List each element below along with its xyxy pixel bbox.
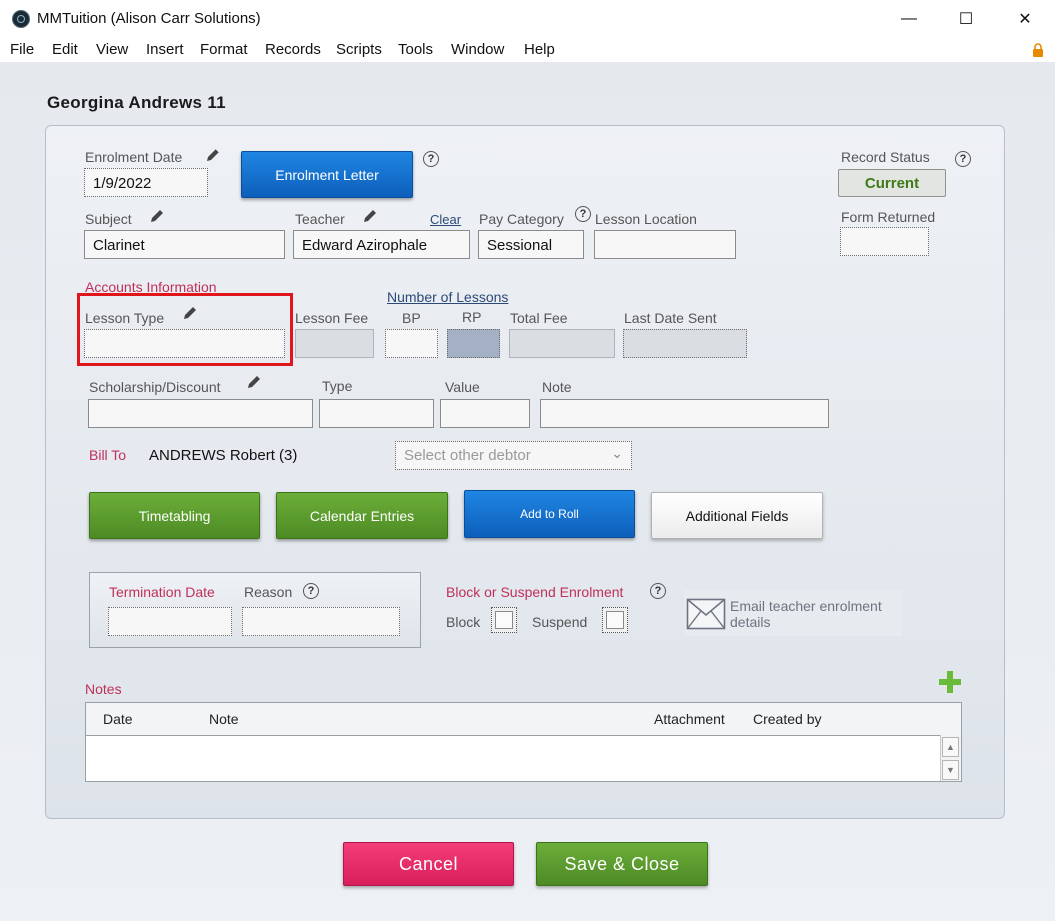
- notes-label: Notes: [85, 681, 122, 697]
- discount-value-field[interactable]: [440, 399, 530, 428]
- add-note-plus-icon[interactable]: [938, 670, 962, 694]
- menu-scripts[interactable]: Scripts: [336, 41, 382, 58]
- additional-fields-button[interactable]: Additional Fields: [651, 492, 823, 539]
- page-title: Georgina Andrews 11: [47, 93, 226, 112]
- menu-records[interactable]: Records: [265, 41, 321, 58]
- envelope-icon: [686, 598, 726, 630]
- notes-col-attachment[interactable]: Attachment: [654, 711, 725, 727]
- edit-scholarship-pencil-icon[interactable]: [245, 373, 263, 391]
- edit-lesson-type-pencil-icon[interactable]: [181, 304, 199, 322]
- bill-to-label: Bill To: [89, 447, 127, 463]
- discount-note-label: Note: [542, 379, 572, 395]
- form-returned-label: Form Returned: [841, 209, 936, 225]
- lesson-fee-field[interactable]: [295, 329, 374, 358]
- last-date-sent-label: Last Date Sent: [624, 310, 717, 326]
- lesson-type-label: Lesson Type: [85, 310, 165, 326]
- timetabling-button[interactable]: Timetabling: [89, 492, 260, 539]
- rp-field[interactable]: [447, 329, 500, 358]
- rp-label: RP: [462, 309, 482, 325]
- edit-subject-pencil-icon[interactable]: [148, 207, 166, 225]
- teacher-field[interactable]: Edward Azirophale: [293, 230, 470, 259]
- form-returned-field[interactable]: [840, 227, 929, 256]
- save-close-button[interactable]: Save & Close: [536, 842, 708, 886]
- notes-scrollbar[interactable]: ▲ ▼: [940, 735, 961, 781]
- scholarship-field[interactable]: [88, 399, 313, 428]
- block-label: Block: [446, 614, 481, 630]
- help-icon-status[interactable]: ?: [955, 151, 971, 167]
- lock-icon[interactable]: [1032, 43, 1044, 57]
- block-suspend-heading: Block or Suspend Enrolment: [446, 584, 624, 600]
- menu-format[interactable]: Format: [200, 41, 248, 58]
- menu-window[interactable]: Window: [451, 41, 504, 58]
- scroll-down-icon[interactable]: ▼: [942, 760, 959, 780]
- record-status-badge[interactable]: Current: [838, 169, 946, 197]
- lesson-location-label: Lesson Location: [595, 211, 697, 227]
- clear-teacher-link[interactable]: Clear: [430, 212, 461, 227]
- add-to-roll-button[interactable]: Add to Roll: [464, 490, 635, 538]
- calendar-entries-button[interactable]: Calendar Entries: [276, 492, 448, 539]
- help-icon-block-suspend[interactable]: ?: [650, 583, 666, 599]
- suspend-label: Suspend: [532, 614, 588, 630]
- number-of-lessons-heading: Number of Lessons: [387, 289, 509, 305]
- chevron-down-icon: ⌄: [611, 445, 623, 461]
- edit-enrolment-date-pencil-icon[interactable]: [204, 146, 222, 164]
- notes-col-date[interactable]: Date: [103, 711, 133, 727]
- discount-value-label: Value: [445, 379, 480, 395]
- notes-col-created-by[interactable]: Created by: [753, 711, 821, 727]
- subject-label: Subject: [85, 211, 132, 227]
- enrolment-date-field[interactable]: 1/9/2022: [84, 168, 208, 197]
- block-checkbox[interactable]: [491, 607, 517, 633]
- menu-insert[interactable]: Insert: [146, 41, 184, 58]
- enrolment-letter-button[interactable]: Enrolment Letter: [241, 151, 413, 198]
- bill-to-value: ANDREWS Robert (3): [149, 447, 298, 464]
- help-icon-enrolment[interactable]: ?: [423, 151, 439, 167]
- window-title: MMTuition (Alison Carr Solutions): [37, 10, 261, 27]
- menu-help[interactable]: Help: [524, 41, 555, 58]
- edit-teacher-pencil-icon[interactable]: [361, 207, 379, 225]
- total-fee-field[interactable]: [509, 329, 615, 358]
- total-fee-label: Total Fee: [510, 310, 568, 326]
- email-teacher-button[interactable]: Email teacher enrolment details: [684, 590, 902, 636]
- discount-note-field[interactable]: [540, 399, 829, 428]
- notes-table-header: Date Note Attachment Created by: [86, 703, 961, 736]
- cancel-button[interactable]: Cancel: [343, 842, 514, 886]
- termination-date-label: Termination Date: [109, 584, 215, 600]
- other-debtor-dropdown[interactable]: Select other debtor ⌄: [395, 441, 632, 470]
- reason-field[interactable]: [242, 607, 400, 636]
- suspend-checkbox[interactable]: [602, 607, 628, 633]
- menu-tools[interactable]: Tools: [398, 41, 433, 58]
- lesson-type-field[interactable]: [84, 329, 285, 358]
- help-icon-reason[interactable]: ?: [303, 583, 319, 599]
- minimize-button[interactable]: —: [886, 4, 932, 34]
- close-window-button[interactable]: ✕: [1002, 4, 1048, 34]
- subject-field[interactable]: Clarinet: [84, 230, 285, 259]
- termination-date-field[interactable]: [108, 607, 232, 636]
- enrolment-date-label: Enrolment Date: [85, 149, 183, 165]
- notes-col-note[interactable]: Note: [209, 711, 239, 727]
- help-icon-pay-category[interactable]: ?: [575, 206, 591, 222]
- menu-file[interactable]: File: [10, 41, 34, 58]
- reason-label: Reason: [244, 584, 293, 600]
- bp-field[interactable]: [385, 329, 438, 358]
- pay-category-label: Pay Category: [479, 211, 564, 227]
- last-date-sent-field[interactable]: [623, 329, 747, 358]
- pay-category-field[interactable]: Sessional: [478, 230, 584, 259]
- lesson-fee-label: Lesson Fee: [295, 310, 369, 326]
- scroll-up-icon[interactable]: ▲: [942, 737, 959, 757]
- email-teacher-label: Email teacher enrolment details: [730, 598, 882, 630]
- maximize-button[interactable]: ☐: [943, 4, 989, 34]
- discount-type-field[interactable]: [319, 399, 434, 428]
- other-debtor-placeholder: Select other debtor: [404, 447, 531, 464]
- menu-edit[interactable]: Edit: [52, 41, 78, 58]
- record-status-label: Record Status: [841, 149, 930, 165]
- app-logo-icon: [12, 10, 30, 28]
- menu-view[interactable]: View: [96, 41, 128, 58]
- lesson-location-field[interactable]: [594, 230, 736, 259]
- scholarship-label: Scholarship/Discount: [89, 379, 221, 395]
- bp-label: BP: [402, 310, 421, 326]
- teacher-label: Teacher: [295, 211, 345, 227]
- discount-type-label: Type: [322, 378, 353, 394]
- notes-table: Date Note Attachment Created by ▲ ▼: [85, 702, 962, 782]
